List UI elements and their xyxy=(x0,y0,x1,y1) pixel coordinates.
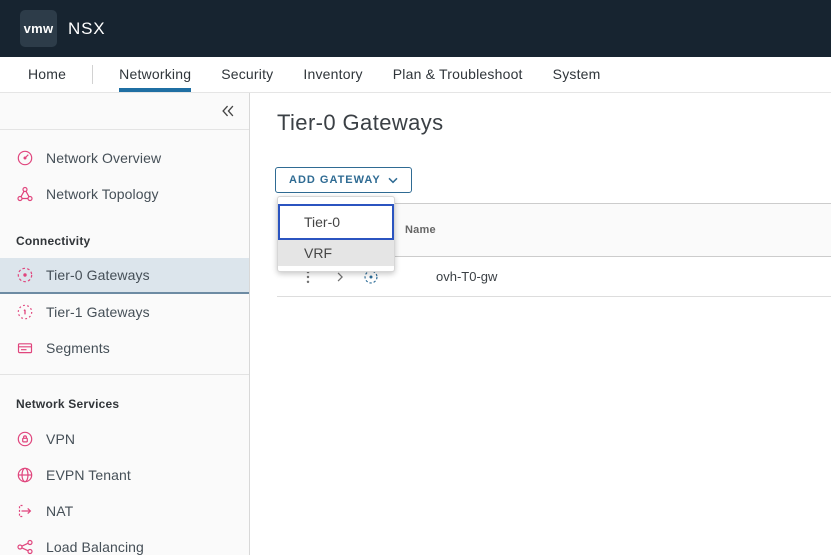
gateway-name-link[interactable]: ovh-T0-gw xyxy=(436,269,497,284)
sidebar-item-label: Tier-1 Gateways xyxy=(46,304,150,320)
sidebar-item-label: Network Topology xyxy=(46,186,159,202)
tier1-gateway-icon xyxy=(16,303,34,321)
sidebar-item-label: Load Balancing xyxy=(46,539,144,555)
tab-system-label: System xyxy=(553,66,601,82)
sidebar-item-label: Network Overview xyxy=(46,150,161,166)
dropdown-item-vrf[interactable]: VRF xyxy=(278,240,394,266)
gauge-icon xyxy=(16,149,34,167)
nav-divider xyxy=(92,65,93,84)
tab-inventory-label: Inventory xyxy=(303,66,362,82)
sidebar-item-load-balancing[interactable]: Load Balancing xyxy=(0,529,249,555)
vmware-logo-text: vmw xyxy=(24,21,54,36)
app-header: vmw NSX xyxy=(0,0,831,57)
tab-home-label: Home xyxy=(28,66,66,82)
sidebar-item-nat[interactable]: NAT xyxy=(0,493,249,529)
sidebar-item-vpn[interactable]: VPN xyxy=(0,421,249,457)
tab-security[interactable]: Security xyxy=(221,57,273,92)
chevron-double-left-icon xyxy=(220,103,236,119)
nat-arrow-icon xyxy=(16,502,34,520)
topology-icon xyxy=(16,185,34,203)
tab-plan-troubleshoot-label: Plan & Troubleshoot xyxy=(393,66,523,82)
sidebar-item-tier1-gateways[interactable]: Tier-1 Gateways xyxy=(0,294,249,330)
add-gateway-button-label: ADD GATEWAY xyxy=(289,174,381,186)
sidebar-item-label: VPN xyxy=(46,431,75,447)
page-title: Tier-0 Gateways xyxy=(277,110,444,136)
sidebar-item-label: NAT xyxy=(46,503,73,519)
sidebar-item-tier0-gateways[interactable]: Tier-0 Gateways xyxy=(0,258,249,294)
vmware-logo: vmw xyxy=(20,10,57,47)
tab-inventory[interactable]: Inventory xyxy=(303,57,362,92)
sidebar-item-label: Segments xyxy=(46,340,110,356)
main-nav: Home Networking Security Inventory Plan … xyxy=(0,57,831,93)
add-gateway-button[interactable]: ADD GATEWAY xyxy=(275,167,412,193)
nsx-app-window: vmw NSX Home Networking Security Invento… xyxy=(0,0,831,555)
sidebar-item-network-topology[interactable]: Network Topology xyxy=(0,176,249,212)
globe-icon xyxy=(16,466,34,484)
tier0-gateway-icon xyxy=(16,266,34,284)
segments-icon xyxy=(16,339,34,357)
vpn-lock-icon xyxy=(16,430,34,448)
collapse-sidebar-button[interactable] xyxy=(220,103,236,119)
add-gateway-dropdown: Tier-0 VRF xyxy=(277,196,395,272)
tab-system[interactable]: System xyxy=(553,57,601,92)
sidebar-section-network-services: Network Services xyxy=(0,393,249,415)
networking-sidebar: Network Overview Network Topology Connec… xyxy=(0,93,250,555)
dropdown-item-label: Tier-0 xyxy=(304,214,340,230)
load-balancer-icon xyxy=(16,538,34,555)
tab-networking-label: Networking xyxy=(119,66,191,82)
tab-home[interactable]: Home xyxy=(28,57,66,92)
tab-networking[interactable]: Networking xyxy=(119,57,191,92)
chevron-down-icon xyxy=(388,177,398,184)
sidebar-item-label: Tier-0 Gateways xyxy=(46,267,150,283)
sidebar-item-network-overview[interactable]: Network Overview xyxy=(0,140,249,176)
main-content: Tier-0 Gateways ADD GATEWAY Name xyxy=(251,93,831,555)
sidebar-item-evpn-tenant[interactable]: EVPN Tenant xyxy=(0,457,249,493)
sidebar-item-segments[interactable]: Segments xyxy=(0,330,249,366)
tab-security-label: Security xyxy=(221,66,273,82)
column-header-name[interactable]: Name xyxy=(405,224,436,236)
dropdown-item-label: VRF xyxy=(304,245,332,261)
sidebar-header xyxy=(0,93,249,130)
tab-plan-troubleshoot[interactable]: Plan & Troubleshoot xyxy=(393,57,523,92)
product-title: NSX xyxy=(68,19,105,39)
sidebar-section-connectivity: Connectivity xyxy=(0,230,249,252)
sidebar-nav-list: Network Overview Network Topology Connec… xyxy=(0,130,249,555)
sidebar-item-label: EVPN Tenant xyxy=(46,467,131,483)
sidebar-divider xyxy=(0,374,249,375)
row-expand-icon[interactable] xyxy=(333,270,347,284)
dropdown-item-tier0[interactable]: Tier-0 xyxy=(278,204,394,240)
